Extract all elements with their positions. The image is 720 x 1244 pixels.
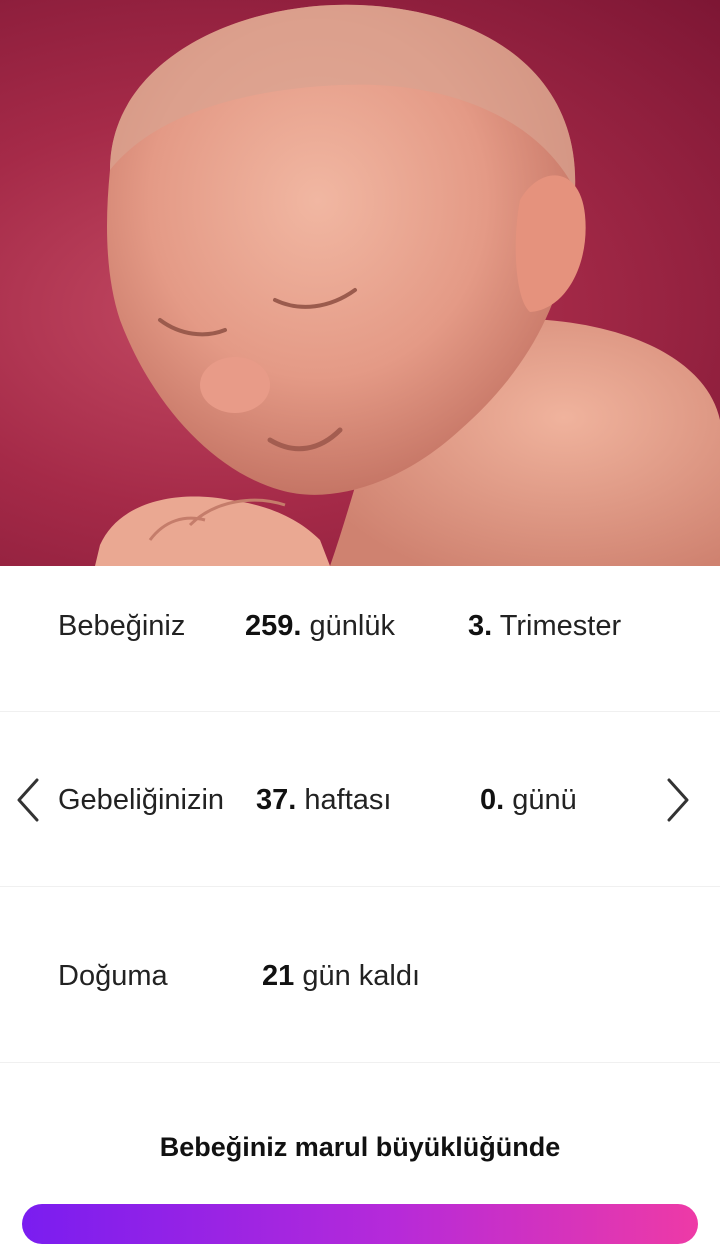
- next-week-button[interactable]: [656, 770, 700, 830]
- due-days-unit: gün kaldı: [302, 960, 421, 992]
- due-days-value: 21: [262, 960, 295, 992]
- cta-button[interactable]: [22, 1204, 698, 1244]
- age-days: 259. günlük: [245, 609, 395, 643]
- age-label: Bebeğiniz: [58, 610, 186, 642]
- due-row: Doğuma 21 gün kaldı: [0, 887, 720, 1063]
- week-label: Gebeliğinizin: [58, 784, 225, 816]
- prev-week-button[interactable]: [6, 770, 50, 830]
- age-days-value: 259.: [245, 610, 302, 642]
- week-value: 37.: [256, 784, 297, 816]
- week-row: Gebeliğinizin 37. haftası 0. günü: [0, 712, 720, 887]
- baby-illustration: [0, 0, 720, 566]
- baby-image: [95, 4, 720, 566]
- day-value: 0.: [480, 784, 505, 816]
- trimester-value: 3.: [468, 610, 493, 642]
- due-countdown: 21 gün kaldı: [262, 959, 420, 993]
- summary-row: Bebeğiniz 259. günlük 3. Trimester: [0, 566, 720, 712]
- trimester-unit: Trimester: [499, 610, 622, 642]
- chevron-left-icon: [17, 778, 39, 822]
- baby-size-text: Bebeğiniz marul büyüklüğünde: [159, 1132, 561, 1162]
- day-number: 0. günü: [480, 783, 577, 817]
- chevron-right-icon: [667, 778, 689, 822]
- week-unit: haftası: [304, 784, 392, 816]
- week-number: 37. haftası: [256, 783, 391, 817]
- day-unit: günü: [512, 784, 577, 816]
- trimester: 3. Trimester: [468, 609, 621, 643]
- age-days-unit: günlük: [309, 610, 395, 642]
- due-label: Doğuma: [58, 960, 168, 992]
